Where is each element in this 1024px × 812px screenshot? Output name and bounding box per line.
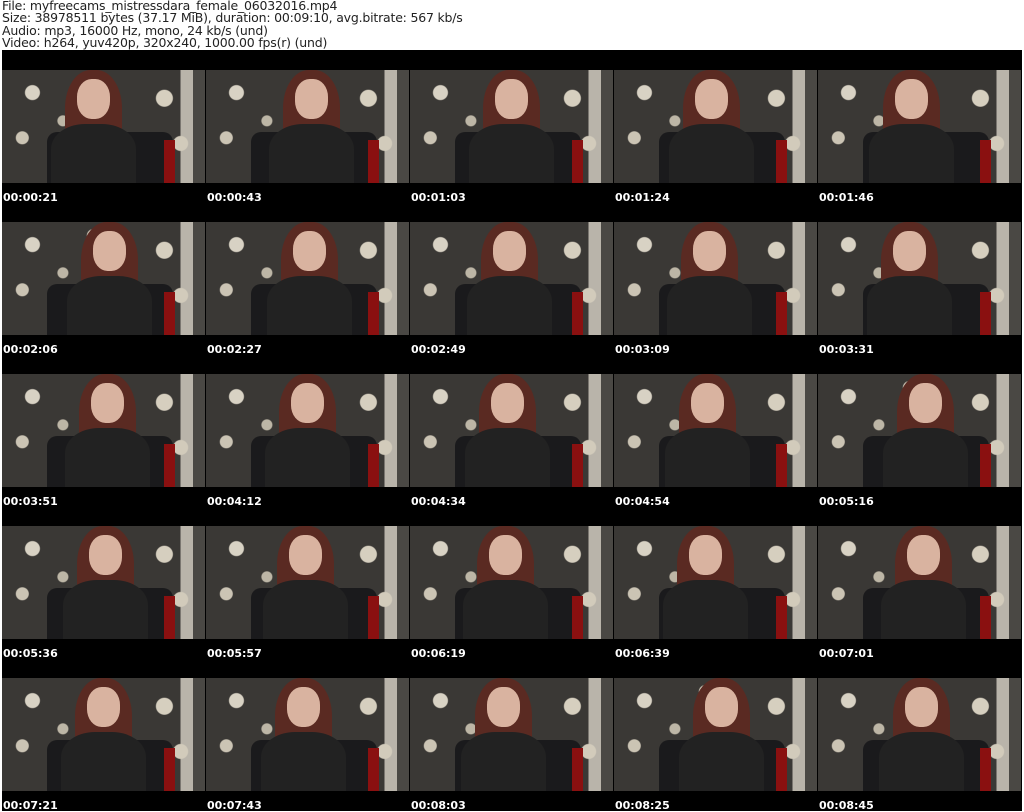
video-thumbnail — [2, 222, 205, 335]
thumbnail-timestamp: 00:01:24 — [615, 191, 670, 204]
video-thumbnail — [206, 70, 409, 183]
thumbnail-timestamp: 00:05:36 — [3, 647, 58, 660]
video-thumbnail — [818, 222, 1021, 335]
video-thumbnail — [2, 70, 205, 183]
thumbnail-timestamp: 00:02:06 — [3, 343, 58, 356]
video-thumbnail — [410, 678, 613, 791]
video-thumbnail — [410, 222, 613, 335]
video-thumbnail — [2, 526, 205, 639]
thumbnail-timestamp: 00:01:46 — [819, 191, 874, 204]
video-thumbnail — [614, 374, 817, 487]
video-thumbnail — [614, 222, 817, 335]
video-thumbnail — [614, 70, 817, 183]
thumbnail-timestamp: 00:00:43 — [207, 191, 262, 204]
video-thumbnail — [206, 222, 409, 335]
thumbnail-timestamp: 00:06:39 — [615, 647, 670, 660]
video-thumbnail — [410, 526, 613, 639]
video-thumbnail — [614, 526, 817, 639]
thumbnail-timestamp: 00:08:03 — [411, 799, 466, 812]
thumbnail-timestamp: 00:07:01 — [819, 647, 874, 660]
thumbnail-timestamp: 00:02:49 — [411, 343, 466, 356]
video-thumbnail — [818, 526, 1021, 639]
video-thumbnail — [818, 678, 1021, 791]
video-thumbnail — [818, 374, 1021, 487]
thumbnail-timestamp: 00:08:25 — [615, 799, 670, 812]
video-thumbnail — [206, 678, 409, 791]
thumbnail-timestamp: 00:06:19 — [411, 647, 466, 660]
file-info-header: File: myfreecams_mistressdara_female_060… — [2, 0, 463, 49]
thumbnail-timestamp: 00:00:21 — [3, 191, 58, 204]
thumbnail-timestamp: 00:04:12 — [207, 495, 262, 508]
thumbnail-timestamp: 00:02:27 — [207, 343, 262, 356]
thumbnail-timestamp: 00:04:54 — [615, 495, 670, 508]
video-thumbnail — [2, 678, 205, 791]
video-thumbnail — [206, 374, 409, 487]
thumbnail-timestamp: 00:03:09 — [615, 343, 670, 356]
video-thumbnail — [818, 70, 1021, 183]
thumbnail-timestamp: 00:04:34 — [411, 495, 466, 508]
video-info: Video: h264, yuv420p, 320x240, 1000.00 f… — [2, 34, 328, 50]
video-thumbnail — [2, 374, 205, 487]
thumbnail-timestamp: 00:07:43 — [207, 799, 262, 812]
thumbnail-timestamp: 00:03:31 — [819, 343, 874, 356]
thumbnail-timestamp: 00:05:57 — [207, 647, 262, 660]
thumbnail-timestamp: 00:07:21 — [3, 799, 58, 812]
video-thumbnail — [206, 526, 409, 639]
video-thumbnail — [614, 678, 817, 791]
video-thumbnail — [410, 374, 613, 487]
video-thumbnail — [410, 70, 613, 183]
thumbnail-timestamp: 00:08:45 — [819, 799, 874, 812]
thumbnail-timestamp: 00:03:51 — [3, 495, 58, 508]
thumbnail-timestamp: 00:01:03 — [411, 191, 466, 204]
thumbnail-grid: 00:00:21 00:00:43 00:01:03 00:01:24 00:01:46… — [2, 50, 1022, 812]
thumbnail-timestamp: 00:05:16 — [819, 495, 874, 508]
